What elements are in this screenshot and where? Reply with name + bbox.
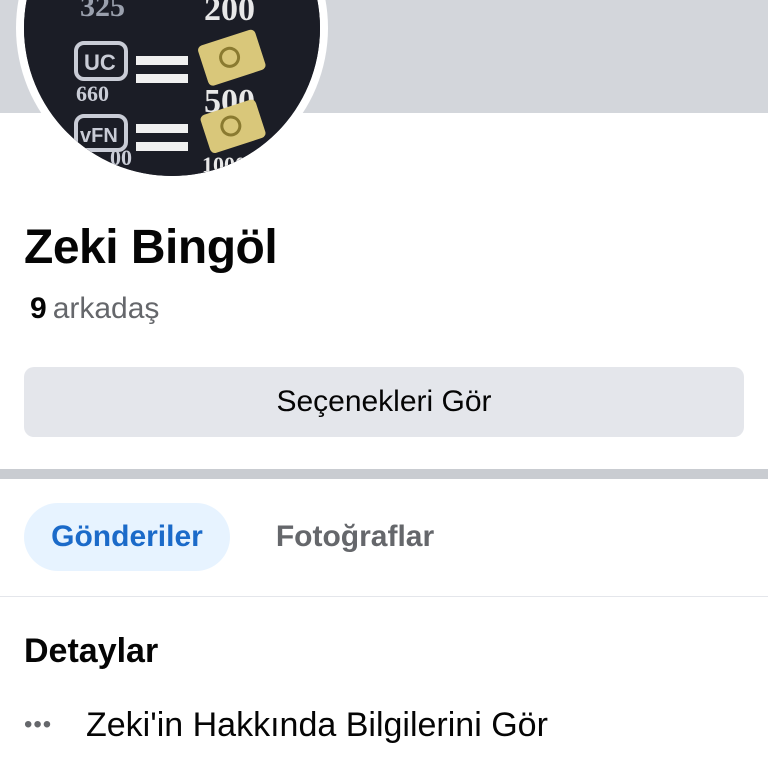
equals2-bottom-line [136,142,188,151]
vfn-badge-text: vFN [80,125,118,147]
avatar-text-top-left: 325 [80,0,125,23]
tabs-divider [0,596,768,597]
avatar-text-bot-right: 1000 [202,152,246,176]
equals2-top-line [136,124,188,133]
avatar-text-bot-left: 00 [110,145,132,170]
more-horizontal-icon: ••• [24,711,53,738]
avatar-image: 325 200 UC 660 500 vFN 00 1000 [24,0,320,176]
profile-avatar[interactable]: 325 200 UC 660 500 vFN 00 1000 [16,0,328,184]
friends-label: arkadaş [52,292,160,325]
about-info-text: Zeki'in Hakkında Bilgilerini Gör [86,705,548,744]
details-title: Detaylar [24,632,159,670]
equals-top-line [136,56,188,65]
friends-count-number: 9 [30,292,47,325]
avatar-text-mid-left: 660 [76,81,109,106]
friends-count[interactable]: 9 arkadaş [30,290,159,328]
section-divider [0,469,768,479]
tab-posts[interactable]: Gönderiler [24,503,230,571]
equals-bottom-line [136,74,188,83]
avatar-text-top-right: 200 [204,0,255,28]
see-options-button[interactable]: Seçenekleri Gör [24,367,744,437]
tab-photos[interactable]: Fotoğraflar [252,503,458,571]
about-info-link[interactable]: ••• Zeki'in Hakkında Bilgilerini Gör [24,700,548,750]
profile-name: Zeki Bingöl [24,221,278,274]
uc-badge-text: UC [84,50,116,75]
